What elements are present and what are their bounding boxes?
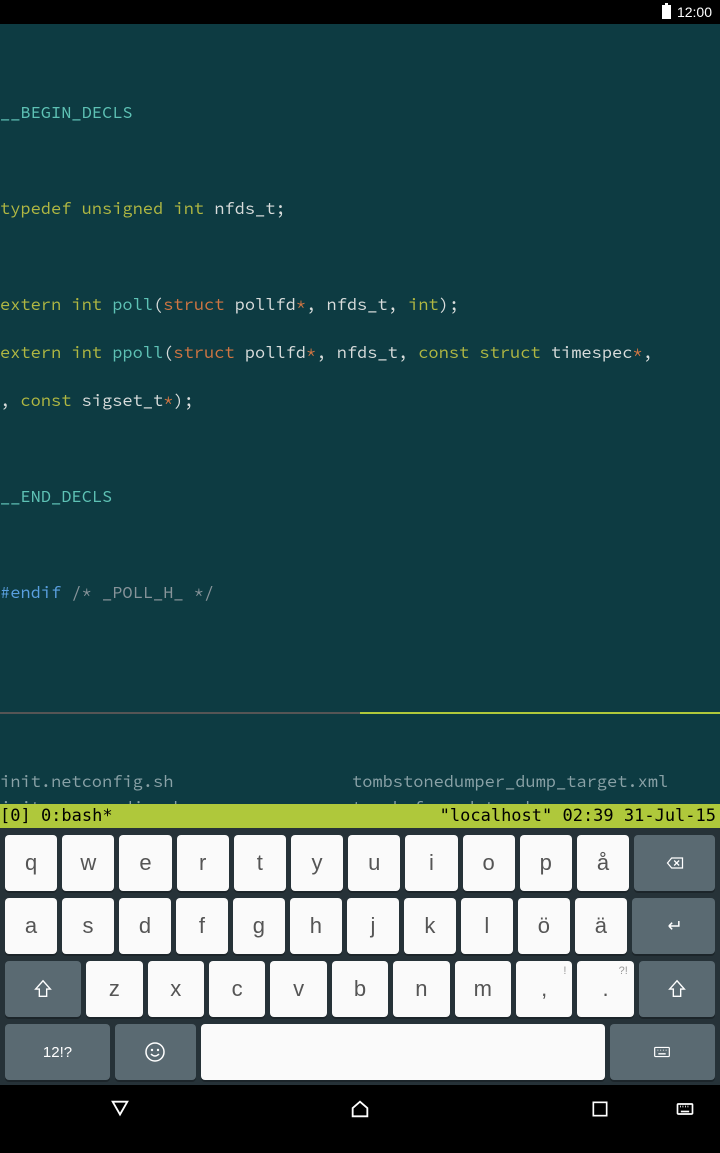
key-y[interactable]: y xyxy=(291,835,343,891)
nav-ime-button[interactable] xyxy=(660,1099,710,1119)
nav-recents-button[interactable] xyxy=(555,1099,645,1119)
tmux-session-info: [0] 0:bash* xyxy=(0,804,440,828)
key-å[interactable]: å xyxy=(577,835,629,891)
file-entry: tombstonedumper_dump_target.xml xyxy=(352,768,720,794)
key-z[interactable]: z xyxy=(86,961,142,1017)
key-k[interactable]: k xyxy=(404,898,456,954)
battery-icon xyxy=(662,5,671,19)
terminal[interactable]: __BEGIN_DECLS typedef unsigned int nfds_… xyxy=(0,24,720,804)
key-a[interactable]: a xyxy=(5,898,57,954)
key-ö[interactable]: ö xyxy=(518,898,570,954)
recents-square-icon xyxy=(590,1099,610,1119)
key-v[interactable]: v xyxy=(270,961,326,1017)
symbols-key[interactable]: 12!? xyxy=(5,1024,110,1080)
key-o[interactable]: o xyxy=(463,835,515,891)
nav-back-button[interactable] xyxy=(75,1098,165,1120)
key-e[interactable]: e xyxy=(119,835,171,891)
key-superscript: ! xyxy=(563,965,566,977)
key-ä[interactable]: ä xyxy=(575,898,627,954)
key-f[interactable]: f xyxy=(176,898,228,954)
file-entry: init.netconfig.sh xyxy=(0,768,352,794)
enter-icon xyxy=(661,916,685,936)
shift-up-icon xyxy=(666,978,688,1000)
key-w[interactable]: w xyxy=(62,835,114,891)
on-screen-keyboard: qwertyuiopå asdfghjklöä zxcvbnm,!.?! 12!… xyxy=(0,828,720,1085)
emoji-key[interactable] xyxy=(115,1024,196,1080)
tmux-status-bar: [0] 0:bash* "localhost" 02:39 31-Jul-15 xyxy=(0,804,720,828)
key-d[interactable]: d xyxy=(119,898,171,954)
key-g[interactable]: g xyxy=(233,898,285,954)
home-icon xyxy=(349,1098,371,1120)
tmux-clock: "localhost" 02:39 31-Jul-15 xyxy=(440,804,720,828)
key-p[interactable]: p xyxy=(520,835,572,891)
key-t[interactable]: t xyxy=(234,835,286,891)
key-superscript: ?! xyxy=(619,965,628,977)
key-n[interactable]: n xyxy=(393,961,449,1017)
shift-key[interactable] xyxy=(5,961,81,1017)
pane-divider xyxy=(0,712,720,714)
key-c[interactable]: c xyxy=(209,961,265,1017)
space-key[interactable] xyxy=(201,1024,605,1080)
key-s[interactable]: s xyxy=(62,898,114,954)
key-l[interactable]: l xyxy=(461,898,513,954)
key-x[interactable]: x xyxy=(148,961,204,1017)
keyboard-small-icon xyxy=(675,1099,695,1119)
key-i[interactable]: i xyxy=(405,835,457,891)
key-m[interactable]: m xyxy=(455,961,511,1017)
key-period[interactable]: .?! xyxy=(577,961,633,1017)
key-b[interactable]: b xyxy=(332,961,388,1017)
shift-up-icon xyxy=(32,978,54,1000)
status-bar: 12:00 xyxy=(0,0,720,24)
back-triangle-icon xyxy=(109,1098,131,1120)
key-h[interactable]: h xyxy=(290,898,342,954)
key-comma[interactable]: ,! xyxy=(516,961,572,1017)
enter-key[interactable] xyxy=(632,898,715,954)
status-time: 12:00 xyxy=(677,4,712,20)
keyboard-settings-key[interactable] xyxy=(610,1024,715,1080)
key-q[interactable]: q xyxy=(5,835,57,891)
backspace-key[interactable] xyxy=(634,835,715,891)
emoji-icon xyxy=(143,1040,167,1064)
android-nav-bar xyxy=(0,1085,720,1133)
file-entry: init.qcom.audio.sh xyxy=(0,794,352,804)
key-j[interactable]: j xyxy=(347,898,399,954)
keyboard-icon xyxy=(651,1041,673,1063)
backspace-icon xyxy=(663,853,687,873)
shift-key-right[interactable] xyxy=(639,961,715,1017)
file-entry: touch_fw_update.sh xyxy=(352,794,720,804)
key-u[interactable]: u xyxy=(348,835,400,891)
code-editor: __BEGIN_DECLS typedef unsigned int nfds_… xyxy=(0,72,720,664)
key-r[interactable]: r xyxy=(177,835,229,891)
file-listing: init.netconfig.shinit.qcom.audio.shinit.… xyxy=(0,762,720,804)
nav-home-button[interactable] xyxy=(315,1098,405,1120)
